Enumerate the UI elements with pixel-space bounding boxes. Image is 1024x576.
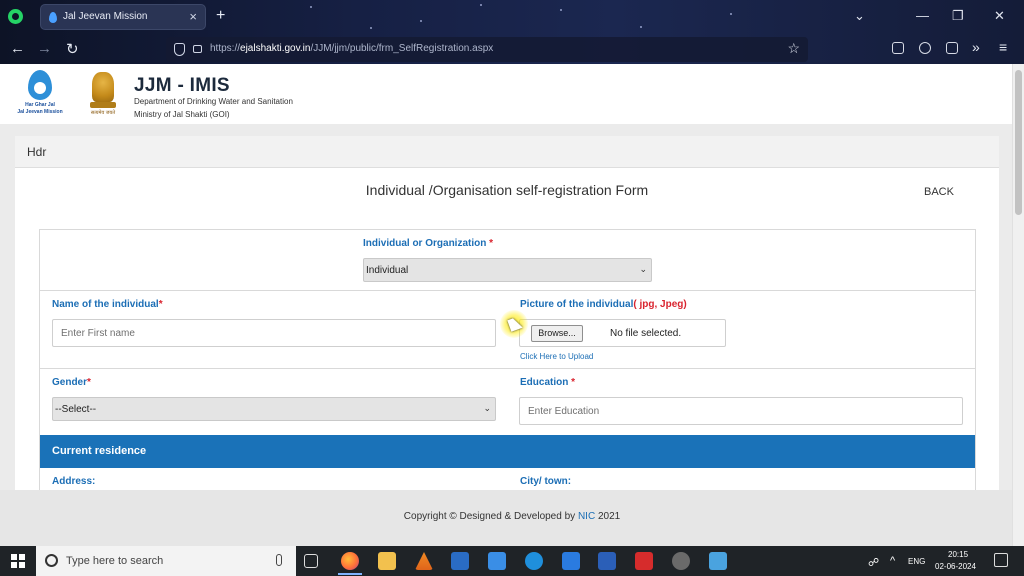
site-title: JJM - IMIS [134,75,230,96]
page-scrollbar[interactable] [1012,64,1024,546]
gender-select[interactable]: --Select-- ⌄ [52,397,496,421]
back-button[interactable]: BACK [924,186,954,198]
entity-type-select[interactable]: Individual ⌄ [363,258,652,282]
chevron-down-icon: ⌄ [483,403,491,413]
whatsapp-icon[interactable] [8,9,23,24]
address-row: Address: City/ town: [40,468,975,490]
gender-value: --Select-- [55,404,97,415]
logo-caption: Har Ghar Jal Jal Jeevan Mission [17,102,63,115]
current-residence-heading: Current residence [52,445,147,457]
minimize-icon[interactable]: — [916,8,929,23]
pdf-icon[interactable] [635,552,653,570]
browse-button[interactable]: Browse... [531,325,583,342]
close-tab-icon[interactable]: × [189,9,197,24]
first-name-placeholder: Enter First name [61,328,135,339]
clock-date[interactable]: 02-06-2024 [935,562,976,571]
browser-chrome: Jal Jeevan Mission × + ⌄ — ❐ ✕ ← → ↻ htt… [0,0,1024,64]
people-icon[interactable]: ☍ [868,556,879,569]
header-bar: Hdr [15,136,999,168]
nic-link[interactable]: NIC [578,511,595,522]
scroll-thumb[interactable] [1015,70,1022,215]
city-label: City/ town: [520,476,572,487]
education-label: Education * [520,377,576,388]
windows-start-icon[interactable] [11,554,25,568]
jal-jeevan-mission-logo: Har Ghar Jal Jal Jeevan Mission [14,68,66,122]
header-text: Hdr [27,145,47,159]
address-label: Address: [52,476,96,487]
shield-icon[interactable] [174,43,185,56]
task-view-icon[interactable] [304,554,318,568]
page-footer: Copyright © Designed & Developed by NIC … [0,490,1024,546]
gender-education-row: Gender* --Select-- ⌄ Education * Enter E… [40,369,975,435]
tab-title: Jal Jeevan Mission [63,11,148,22]
chevron-down-icon: ⌄ [639,264,647,274]
notification-icon[interactable] [994,553,1008,567]
gender-label: Gender* [52,377,91,388]
site-header: Har Ghar Jal Jal Jeevan Mission सत्यमेव ज… [0,64,1024,124]
tab-strip: Jal Jeevan Mission × + ⌄ — ❐ ✕ [0,0,1024,33]
address-bar[interactable]: https://ejalshakti.gov.in/JJM/jjm/public… [166,37,808,62]
active-app-indicator [338,573,362,575]
education-input[interactable]: Enter Education [519,397,963,425]
lion-capital-icon [92,72,114,102]
picture-label: Picture of the individual( jpg, Jpeg) [520,299,687,310]
emblem-caption: सत्यमेव जयते [90,110,116,116]
vlc-icon[interactable] [415,552,433,570]
education-placeholder: Enter Education [528,406,600,417]
cortana-icon [45,554,58,567]
water-drop-icon [49,12,57,23]
url-text[interactable]: https://ejalshakti.gov.in/JJM/jjm/public… [210,43,493,54]
clock-time[interactable]: 20:15 [948,550,968,559]
national-emblem-logo: सत्यमेव जयते [86,70,120,118]
web-page: Har Ghar Jal Jal Jeevan Mission सत्यमेव ज… [0,64,1024,490]
edge-icon[interactable] [525,552,543,570]
list-all-tabs-icon[interactable]: ⌄ [854,8,865,24]
word-icon[interactable] [598,552,616,570]
first-name-input[interactable]: Enter First name [52,319,496,347]
reload-icon[interactable]: ↻ [66,40,79,58]
language-indicator[interactable]: ENG [908,557,925,566]
entity-type-value: Individual [366,265,409,276]
bookmark-star-icon[interactable]: ☆ [787,40,800,57]
store-icon[interactable] [488,552,506,570]
current-residence-section: Current residence [40,435,975,468]
footer-text: Copyright © Designed & Developed by NIC … [403,511,621,522]
new-tab-button[interactable]: + [216,7,225,25]
extensions-icon[interactable] [946,42,958,54]
ministry-name: Ministry of Jal Shakti (GOI) [134,110,230,119]
taskbar-search-box[interactable]: Type here to search [36,546,296,576]
file-status: No file selected. [610,328,682,339]
window-controls: ⌄ — ❐ ✕ [854,0,1024,33]
firefox-icon[interactable] [341,552,359,570]
windows-taskbar: Type here to search ☍ ^ ENG 20:15 02-06-… [0,546,1024,576]
name-label: Name of the individual* [52,299,163,310]
mail-icon[interactable] [562,552,580,570]
file-explorer-icon[interactable] [378,552,396,570]
picture-file-input[interactable]: Browse... No file selected. [519,319,726,347]
back-icon[interactable]: ← [10,40,25,57]
lock-icon[interactable] [193,45,202,53]
forward-icon[interactable]: → [37,40,52,57]
department-name: Department of Drinking Water and Sanitat… [134,97,293,106]
entity-type-row: Individual or Organization * Individual … [40,230,975,291]
navigation-toolbar: ← → ↻ https://ejalshakti.gov.in/JJM/jjm/… [0,34,1024,64]
close-window-icon[interactable]: ✕ [994,8,1005,24]
form-title: Individual /Organisation self-registrati… [365,182,649,198]
app-icon[interactable] [451,552,469,570]
menu-icon[interactable]: ≡ [999,39,1007,55]
show-hidden-icons[interactable]: ^ [890,555,895,567]
restore-icon[interactable]: ❐ [952,8,964,24]
registration-form: Individual or Organization * Individual … [39,229,976,490]
microphone-icon[interactable] [276,554,282,566]
search-placeholder: Type here to search [66,555,164,567]
upload-link[interactable]: Click Here to Upload [520,352,593,361]
overflow-icon[interactable]: » [972,39,980,55]
entity-type-label: Individual or Organization * [363,238,494,249]
screen-recorder-icon[interactable] [672,552,690,570]
tab-jal-jeevan-mission[interactable]: Jal Jeevan Mission × [40,4,206,30]
remote-desktop-icon[interactable] [709,552,727,570]
pocket-icon[interactable] [892,42,904,54]
account-icon[interactable] [919,42,931,54]
